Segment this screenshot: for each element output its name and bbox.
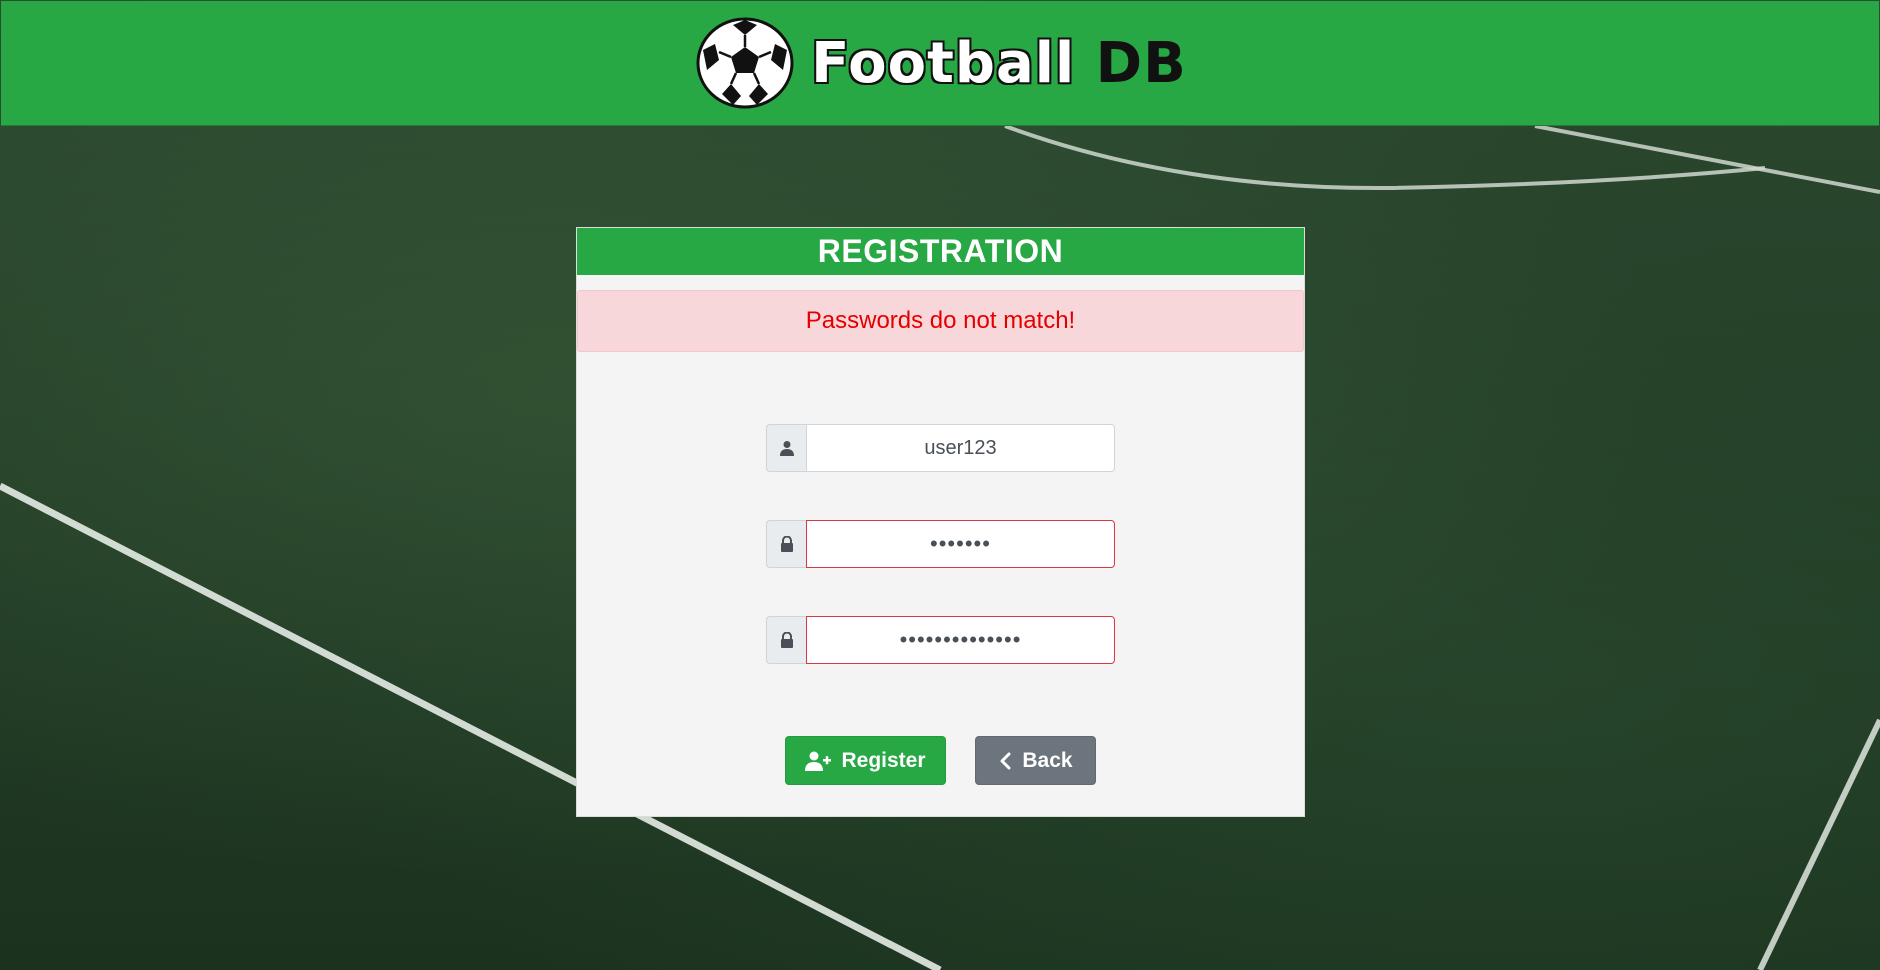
password-group	[766, 520, 1115, 568]
card-title: REGISTRATION	[577, 228, 1304, 275]
confirm-password-group	[766, 616, 1115, 664]
back-button[interactable]: Back	[975, 736, 1096, 785]
lock-icon	[766, 520, 806, 568]
brand-title: Football DB	[811, 31, 1187, 96]
register-button[interactable]: Register	[785, 736, 946, 785]
registration-card: REGISTRATION Passwords do not match! Reg…	[576, 227, 1305, 817]
soccer-ball-icon	[696, 17, 794, 109]
confirm-password-input[interactable]	[806, 616, 1115, 664]
username-input[interactable]	[806, 424, 1115, 472]
back-label: Back	[1022, 748, 1073, 772]
site-header: Football DB	[1, 1, 1879, 126]
brand-title-accent: DB	[1095, 30, 1187, 96]
lock-icon	[766, 616, 806, 664]
add-user-icon	[805, 751, 832, 771]
brand-title-main: Football	[811, 30, 1076, 96]
user-icon	[766, 424, 806, 472]
register-label: Register	[841, 748, 926, 772]
password-input[interactable]	[806, 520, 1115, 568]
chevron-left-icon	[1000, 752, 1011, 769]
username-group	[766, 424, 1115, 472]
error-alert: Passwords do not match!	[577, 290, 1304, 352]
